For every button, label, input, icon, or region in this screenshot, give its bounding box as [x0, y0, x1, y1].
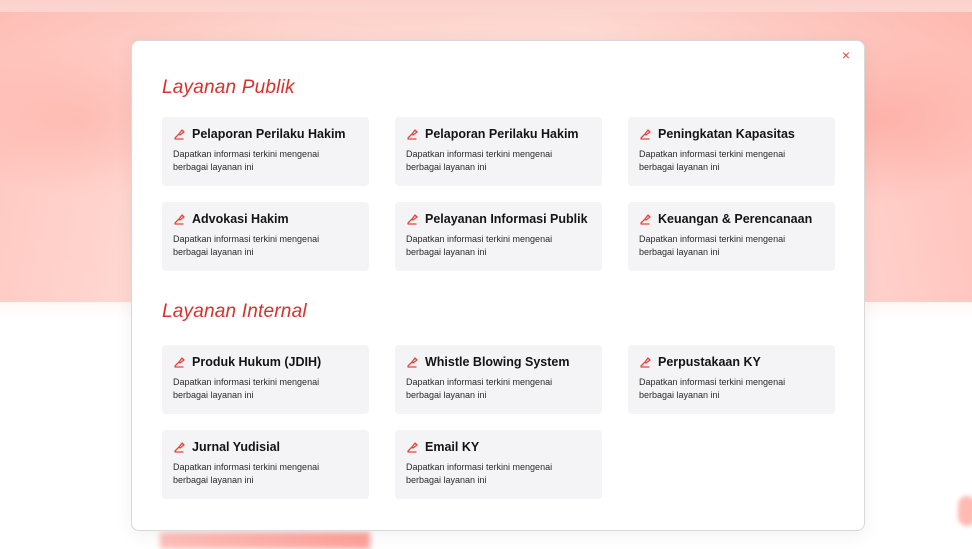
service-card-title: Email KY: [425, 440, 480, 454]
section-title-internal: Layanan Internal: [162, 301, 307, 322]
service-card[interactable]: Jurnal Yudisial Dapatkan informasi terki…: [162, 430, 369, 499]
service-card[interactable]: Keuangan & Perencanaan Dapatkan informas…: [628, 202, 835, 271]
service-card-description: Dapatkan informasi terkini mengenai berb…: [406, 149, 553, 172]
service-card-description: Dapatkan informasi terkini mengenai berb…: [173, 149, 320, 172]
service-icon: [174, 357, 185, 368]
service-card[interactable]: Produk Hukum (JDIH) Dapatkan informasi t…: [162, 345, 369, 414]
service-card-description: Dapatkan informasi terkini mengenai berb…: [406, 234, 553, 257]
service-icon: [174, 442, 185, 453]
service-card-title: Jurnal Yudisial: [192, 440, 281, 454]
service-card-title: Pelaporan Perilaku Hakim: [192, 127, 346, 141]
background-accent-right: [958, 496, 972, 526]
service-card-description: Dapatkan informasi terkini mengenai berb…: [173, 234, 320, 257]
service-icon: [640, 129, 651, 140]
service-icon: [407, 442, 418, 453]
service-card-title: Perpustakaan KY: [658, 355, 761, 369]
service-card-description: Dapatkan informasi terkini mengenai berb…: [406, 462, 553, 485]
service-card-title: Peningkatan Kapasitas: [658, 127, 795, 141]
services-modal: × Layanan Publik Pelaporan Perilaku Haki…: [131, 40, 865, 531]
background-accent: [160, 532, 370, 549]
service-card-description: Dapatkan informasi terkini mengenai berb…: [639, 149, 786, 172]
service-card[interactable]: Whistle Blowing System Dapatkan informas…: [395, 345, 602, 414]
service-card[interactable]: Pelaporan Perilaku Hakim Dapatkan inform…: [162, 117, 369, 186]
service-icon: [640, 357, 651, 368]
service-card[interactable]: Email KY Dapatkan informasi terkini meng…: [395, 430, 602, 499]
service-icon: [174, 214, 185, 225]
close-icon[interactable]: ×: [838, 47, 854, 63]
service-card-description: Dapatkan informasi terkini mengenai berb…: [173, 377, 320, 400]
service-icon: [174, 129, 185, 140]
service-card-title: Whistle Blowing System: [425, 355, 570, 369]
service-card-title: Produk Hukum (JDIH): [192, 355, 322, 369]
service-card[interactable]: Pelaporan Perilaku Hakim Dapatkan inform…: [395, 117, 602, 186]
service-card-description: Dapatkan informasi terkini mengenai berb…: [639, 234, 786, 257]
service-icon: [407, 129, 418, 140]
service-card[interactable]: Peningkatan Kapasitas Dapatkan informasi…: [628, 117, 835, 186]
service-card-title: Pelayanan Informasi Publik: [425, 212, 588, 226]
service-card-description: Dapatkan informasi terkini mengenai berb…: [173, 462, 320, 485]
service-card[interactable]: Advokasi Hakim Dapatkan informasi terkin…: [162, 202, 369, 271]
service-icon: [407, 214, 418, 225]
service-icon: [407, 357, 418, 368]
service-card-description: Dapatkan informasi terkini mengenai berb…: [406, 377, 553, 400]
service-card[interactable]: Perpustakaan KY Dapatkan informasi terki…: [628, 345, 835, 414]
service-card-title: Advokasi Hakim: [192, 212, 289, 226]
service-icon: [640, 214, 651, 225]
service-card-title: Pelaporan Perilaku Hakim: [425, 127, 579, 141]
service-card[interactable]: Pelayanan Informasi Publik Dapatkan info…: [395, 202, 602, 271]
service-card-title: Keuangan & Perencanaan: [658, 212, 813, 226]
section-title-public: Layanan Publik: [162, 77, 295, 98]
service-card-description: Dapatkan informasi terkini mengenai berb…: [639, 377, 786, 400]
